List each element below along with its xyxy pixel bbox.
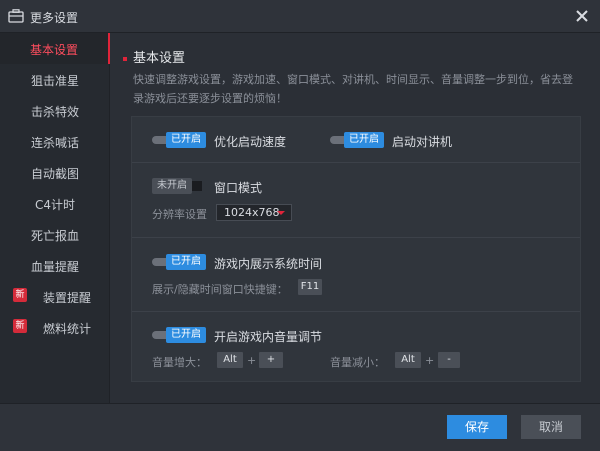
sidebar-item-kill-effects[interactable]: 击杀特效 <box>0 95 110 126</box>
sidebar-item-death-hp-report[interactable]: 死亡报血 <box>0 219 110 250</box>
sidebar-item-killstreak-shout[interactable]: 连杀喊话 <box>0 126 110 157</box>
toggle-state: 已开启 <box>344 132 384 148</box>
sidebar-item-label: 自动截图 <box>30 167 79 181</box>
section-title-text: 基本设置 <box>133 51 186 66</box>
walkie-talkie-label: 启动对讲机 <box>392 135 453 149</box>
volume-down-label: 音量减小： <box>330 356 385 369</box>
resolution-select[interactable]: 1024x768 <box>216 204 292 221</box>
sidebar-item-label: 狙击准星 <box>30 74 79 88</box>
time-hotkey-label: 展示/隐藏时间窗口快捷键： <box>152 283 288 296</box>
sidebar-item-auto-screenshot[interactable]: 自动截图 <box>0 157 110 188</box>
sidebar-item-sniper-crosshair[interactable]: 狙击准星 <box>0 64 110 95</box>
sidebar-item-label: 连杀喊话 <box>30 136 79 150</box>
row-window-mode: 未开启 窗口模式 分辨率设置 1024x768 <box>132 163 580 238</box>
volume-up-label: 音量增大： <box>152 356 207 369</box>
system-time-toggle[interactable]: 已开启 <box>152 254 222 270</box>
sidebar-item-fuel-stats[interactable]: 新 燃料统计 <box>0 312 110 343</box>
key-plus-separator: + <box>425 354 435 367</box>
title-bar: 更多设置 <box>0 0 600 33</box>
walkie-talkie-toggle[interactable]: 已开启 <box>330 132 400 148</box>
resolution-value: 1024x768 <box>224 206 280 219</box>
toggle-state: 已开启 <box>166 327 206 343</box>
section-description: 快速调整游戏设置，游戏加速、窗口模式、对讲机、时间显示、音量调整一步到位，省去登… <box>133 73 573 105</box>
toggle-knob <box>192 181 202 191</box>
resolution-label: 分辨率设置 <box>152 208 207 221</box>
main-content: 基本设置 快速调整游戏设置，游戏加速、窗口模式、对讲机、时间显示、音量调整一步到… <box>111 33 600 403</box>
sidebar-item-label: 装置提醒 <box>42 291 91 305</box>
window-mode-toggle[interactable]: 未开启 <box>152 178 208 194</box>
volume-down-key-alt[interactable]: Alt <box>395 352 421 368</box>
window-title: 更多设置 <box>30 11 79 25</box>
window-mode-label: 窗口模式 <box>214 181 263 195</box>
sidebar: 基本设置 狙击准星 击杀特效 连杀喊话 自动截图 C4计时 死亡报血 血量提醒 … <box>0 33 110 403</box>
sidebar-item-c4-timer[interactable]: C4计时 <box>0 188 110 219</box>
volume-up-key-plus[interactable]: + <box>259 352 283 368</box>
briefcase-icon <box>8 9 24 23</box>
startup-speed-toggle[interactable]: 已开启 <box>152 132 222 148</box>
sidebar-item-label: 燃料统计 <box>42 322 91 336</box>
volume-label: 开启游戏内音量调节 <box>214 330 323 344</box>
sidebar-item-label: C4计时 <box>34 198 75 212</box>
key-plus-separator: + <box>247 354 257 367</box>
footer: 保存 取消 <box>0 403 600 451</box>
sidebar-item-label: 击杀特效 <box>30 105 79 119</box>
cancel-button[interactable]: 取消 <box>521 415 581 439</box>
close-icon[interactable] <box>574 8 590 24</box>
chevron-down-icon <box>277 211 285 215</box>
volume-up-key-alt[interactable]: Alt <box>217 352 243 368</box>
row-volume: 已开启 开启游戏内音量调节 音量增大： Alt + + 音量减小： Alt + … <box>132 312 580 383</box>
sidebar-item-device-reminder[interactable]: 新 装置提醒 <box>0 281 110 312</box>
row-startup-walkie: 已开启 优化启动速度 已开启 启动对讲机 <box>132 117 580 163</box>
section-title: 基本设置 <box>123 47 185 66</box>
time-hotkey-key[interactable]: F11 <box>298 279 322 295</box>
sidebar-item-hp-reminder[interactable]: 血量提醒 <box>0 250 110 281</box>
sidebar-item-label: 血量提醒 <box>30 260 79 274</box>
toggle-state: 已开启 <box>166 132 206 148</box>
volume-down-key-minus[interactable]: - <box>438 352 460 368</box>
toggle-state: 未开启 <box>152 178 192 194</box>
volume-toggle[interactable]: 已开启 <box>152 327 222 343</box>
section-bullet <box>123 56 127 61</box>
row-system-time: 已开启 游戏内展示系统时间 展示/隐藏时间窗口快捷键： F11 <box>132 238 580 312</box>
toggle-state: 已开启 <box>166 254 206 270</box>
sidebar-item-basic-settings[interactable]: 基本设置 <box>0 33 110 64</box>
startup-speed-label: 优化启动速度 <box>214 135 287 149</box>
sidebar-item-label: 基本设置 <box>29 43 78 57</box>
sidebar-item-label: 死亡报血 <box>30 229 79 243</box>
system-time-label: 游戏内展示系统时间 <box>214 257 323 271</box>
settings-panel: 已开启 优化启动速度 已开启 启动对讲机 未开启 窗口模式 分辨率设置 1024… <box>131 116 581 382</box>
save-button[interactable]: 保存 <box>447 415 507 439</box>
